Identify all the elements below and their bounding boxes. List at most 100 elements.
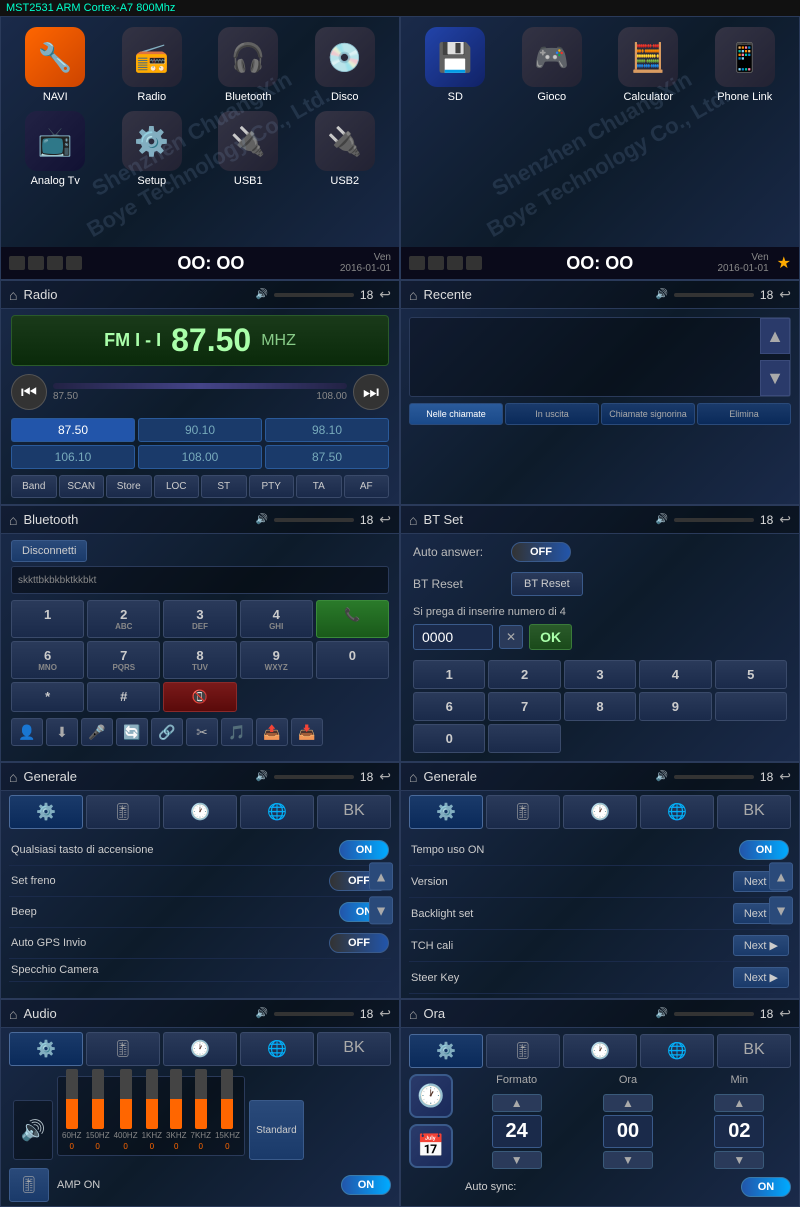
audio-tab-gear[interactable]: ⚙️: [9, 1032, 83, 1066]
radio-seek-track[interactable]: [53, 383, 347, 389]
radio-vol-icon[interactable]: 🔊: [255, 289, 267, 300]
audio-tab-clock[interactable]: 🕐: [163, 1032, 237, 1066]
audio-vol-icon[interactable]: 🔊: [255, 1008, 267, 1019]
bt-action-share[interactable]: 📤: [256, 718, 288, 746]
eq-bottom-btn[interactable]: 🎚: [9, 1168, 49, 1202]
bts-key-8[interactable]: 8: [564, 692, 636, 721]
eq-slider-15k[interactable]: [221, 1069, 233, 1129]
bts-key-0[interactable]: 0: [413, 724, 485, 753]
bts-key-2[interactable]: 2: [488, 660, 560, 689]
gen-right-tab-gear[interactable]: ⚙️: [409, 795, 483, 829]
eq-slider-60[interactable]: [66, 1069, 78, 1129]
preset-5[interactable]: 108.00: [138, 445, 262, 469]
bts-key-5[interactable]: 5: [715, 660, 787, 689]
recente-vol-slider[interactable]: [674, 293, 754, 297]
preset-2[interactable]: 90.10: [138, 418, 262, 442]
app-radio[interactable]: 📻 Radio: [108, 27, 197, 103]
loc-btn[interactable]: LOC: [154, 475, 200, 498]
call-green-btn[interactable]: 📞: [316, 600, 389, 638]
gen-tab-globe[interactable]: 🌐: [240, 795, 314, 829]
gen-right-tab-sliders[interactable]: 🎚: [486, 795, 560, 829]
ora-vol-slider[interactable]: [674, 1012, 754, 1016]
ora-calendar-icon[interactable]: 📅: [409, 1124, 453, 1168]
gen-right-vol-icon[interactable]: 🔊: [655, 771, 667, 782]
scan-btn[interactable]: SCAN: [59, 475, 105, 498]
bts-key-6[interactable]: 6: [413, 692, 485, 721]
eq-slider-400[interactable]: [120, 1069, 132, 1129]
bts-key-1[interactable]: 1: [413, 660, 485, 689]
app-phone-link[interactable]: 📱 Phone Link: [701, 27, 790, 103]
gen-left-back-icon[interactable]: ↩: [379, 768, 391, 785]
eq-slider-150[interactable]: [92, 1069, 104, 1129]
ora-tab-bk[interactable]: BK: [717, 1034, 791, 1068]
bt-vol-icon[interactable]: 🔊: [255, 514, 267, 525]
gen-left-vol-slider[interactable]: [274, 775, 354, 779]
gen-left-scroll-up[interactable]: ▲: [369, 862, 393, 890]
band-btn[interactable]: Band: [11, 475, 57, 498]
bt-action-link[interactable]: 🔗: [151, 718, 183, 746]
ora-home-icon[interactable]: ⌂: [409, 1006, 417, 1022]
bt-action-transfer[interactable]: 🔄: [116, 718, 148, 746]
preset-3[interactable]: 98.10: [265, 418, 389, 442]
num-key-1[interactable]: 1: [11, 600, 84, 638]
recente-scroll-down[interactable]: ▼: [760, 360, 790, 396]
num-key-hash[interactable]: #: [87, 682, 160, 712]
bts-key-7[interactable]: 7: [488, 692, 560, 721]
st-btn[interactable]: ST: [201, 475, 247, 498]
eq-slider-3k[interactable]: [170, 1069, 182, 1129]
bt-action-contacts[interactable]: 👤: [11, 718, 43, 746]
btset-home-icon[interactable]: ⌂: [409, 512, 417, 528]
gen-right-tab-bk[interactable]: BK: [717, 795, 791, 829]
audio-home-icon[interactable]: ⌂: [9, 1006, 17, 1022]
formato-down[interactable]: ▼: [492, 1151, 542, 1169]
amp-toggle[interactable]: ON: [341, 1175, 391, 1195]
audio-back-icon[interactable]: ↩: [379, 1005, 391, 1022]
bts-key-3[interactable]: 3: [564, 660, 636, 689]
gen-row-1-toggle[interactable]: ON: [339, 840, 389, 860]
gen-right-vol-slider[interactable]: [674, 775, 754, 779]
gen-right-tab-globe[interactable]: 🌐: [640, 795, 714, 829]
num-key-0[interactable]: 0: [316, 641, 389, 679]
audio-tab-bk[interactable]: BK: [317, 1032, 391, 1066]
ora-down[interactable]: ▼: [603, 1151, 653, 1169]
gen-right-tab-clock[interactable]: 🕐: [563, 795, 637, 829]
rtab-chiamate[interactable]: Nelle chiamate: [409, 403, 503, 425]
auto-answer-toggle[interactable]: OFF: [511, 542, 571, 562]
ora-tab-sliders[interactable]: 🎚: [486, 1034, 560, 1068]
min-up[interactable]: ▲: [714, 1094, 764, 1112]
gen-left-vol-icon[interactable]: 🔊: [255, 771, 267, 782]
gen-left-home-icon[interactable]: ⌂: [9, 769, 17, 785]
bt-vol-slider[interactable]: [274, 518, 354, 522]
btset-ok-btn[interactable]: OK: [529, 624, 572, 650]
ora-back-icon[interactable]: ↩: [779, 1005, 791, 1022]
eq-slider-1k[interactable]: [146, 1069, 158, 1129]
eq-preset-btn[interactable]: Standard: [249, 1100, 304, 1160]
gen-right-row-1-toggle[interactable]: ON: [739, 840, 789, 860]
vol-control-icon[interactable]: 🔊: [13, 1100, 53, 1160]
bt-reset-btn[interactable]: BT Reset: [511, 572, 583, 596]
gen-tab-bk[interactable]: BK: [317, 795, 391, 829]
app-sd[interactable]: 💾 SD: [411, 27, 500, 103]
gen-tab-sliders[interactable]: 🎚: [86, 795, 160, 829]
ora-tab-clock[interactable]: 🕐: [563, 1034, 637, 1068]
preset-6[interactable]: 87.50: [265, 445, 389, 469]
ora-tab-gear[interactable]: ⚙️: [409, 1034, 483, 1068]
formato-up[interactable]: ▲: [492, 1094, 542, 1112]
gen-right-row-5-next[interactable]: Next ▶: [733, 967, 789, 988]
ora-up[interactable]: ▲: [603, 1094, 653, 1112]
gen-tab-gear[interactable]: ⚙️: [9, 795, 83, 829]
af-btn[interactable]: AF: [344, 475, 390, 498]
app-setup[interactable]: ⚙️ Setup: [108, 111, 197, 187]
seek-prev-btn[interactable]: ⏮: [11, 374, 47, 410]
radio-vol-slider[interactable]: [274, 293, 354, 297]
rtab-uscita[interactable]: In uscita: [505, 403, 599, 425]
app-calc[interactable]: 🧮 Calculator: [604, 27, 693, 103]
radio-back-icon[interactable]: ↩: [379, 286, 391, 303]
app-bluetooth[interactable]: 🎧 Bluetooth: [204, 27, 293, 103]
btset-back-icon[interactable]: ↩: [779, 511, 791, 528]
ora-tab-globe[interactable]: 🌐: [640, 1034, 714, 1068]
num-key-8[interactable]: 8TUV: [163, 641, 236, 679]
rtab-elimina[interactable]: Elimina: [697, 403, 791, 425]
num-key-7[interactable]: 7PQRS: [87, 641, 160, 679]
gen-row-4-toggle[interactable]: OFF: [329, 933, 389, 953]
